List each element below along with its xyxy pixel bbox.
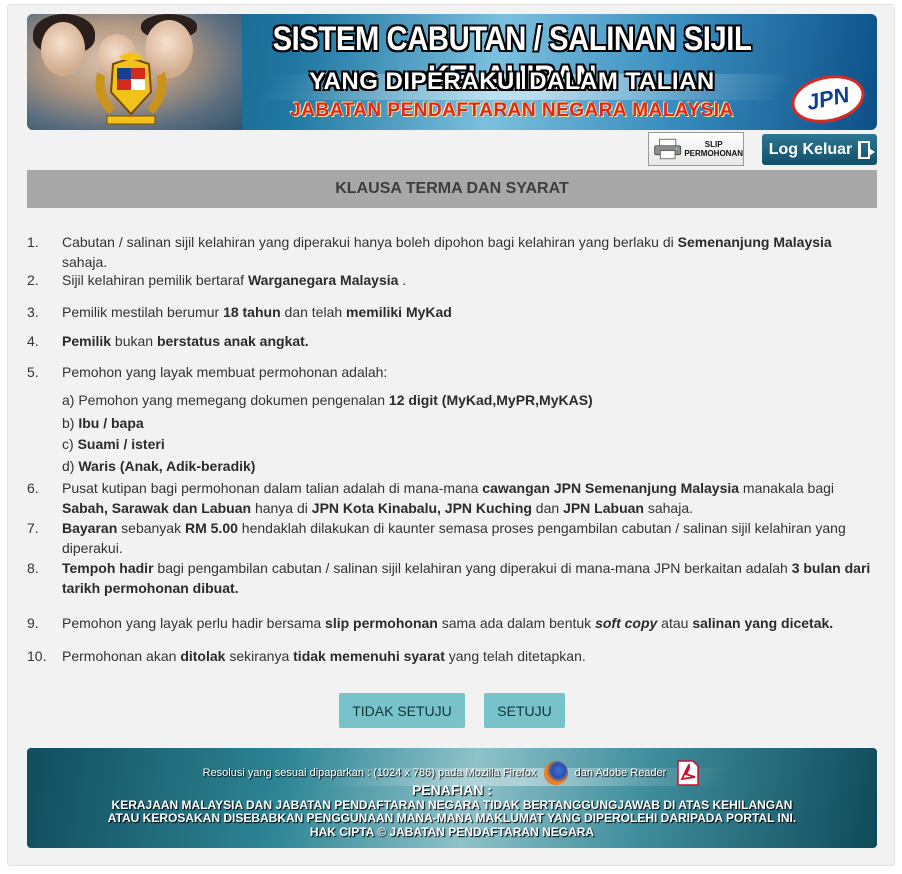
clause-text: Pemohon yang layak perlu hadir bersama s… bbox=[62, 615, 834, 631]
clause-number: 8. bbox=[27, 560, 39, 576]
clause-number: 3. bbox=[27, 304, 39, 320]
disclaimer-line-1: KERAJAAN MALAYSIA DAN JABATAN PENDAFTARA… bbox=[111, 798, 793, 812]
clause-text: Cabutan / salinan sijil kelahiran yang d… bbox=[62, 234, 832, 270]
clause-number: 4. bbox=[27, 333, 39, 349]
resolution-text-2: dan Adobe Reader bbox=[574, 767, 667, 779]
clause-text: Permohonan akan ditolak sekiranya tidak … bbox=[62, 648, 586, 664]
clause-number: 2. bbox=[27, 272, 39, 288]
clause-text: Pemilik mestilah berumur 18 tahun dan te… bbox=[62, 304, 452, 320]
resolution-text: Resolusi yang sesuai dipaparkan : (1024 … bbox=[202, 767, 537, 779]
logout-label: Log Keluar bbox=[768, 140, 853, 158]
clause-text: Sijil kelahiran pemilik bertaraf Wargane… bbox=[62, 272, 407, 288]
clause-number: 5. bbox=[27, 364, 39, 380]
clause-text: Pemilik bukan berstatus anak angkat. bbox=[62, 333, 309, 349]
disclaimer-title: PENAFIAN : bbox=[411, 782, 493, 798]
section-title: KLAUSA TERMA DAN SYARAT bbox=[27, 170, 877, 208]
clause-text: Tempoh hadir bagi pengambilan cabutan / … bbox=[62, 560, 871, 596]
disclaimer-line-2: ATAU KEROSAKAN DISEBABKAN PENGGUNAAN MAN… bbox=[107, 811, 797, 825]
slip-permohonan-button[interactable]: SLIP PERMOHONAN bbox=[648, 132, 744, 166]
clause-number: 7. bbox=[27, 520, 39, 536]
clause-text: Pemohon yang layak membuat permohonan ad… bbox=[62, 364, 388, 380]
clause-text: d) Waris (Anak, Adik-beradik) bbox=[62, 458, 256, 474]
logout-button[interactable]: Log Keluar bbox=[762, 134, 877, 165]
disagree-button[interactable]: TIDAK SETUJU bbox=[339, 693, 465, 728]
printer-icon bbox=[654, 138, 682, 160]
clause-number: 1. bbox=[27, 234, 39, 250]
clause-number: 6. bbox=[27, 480, 39, 496]
exit-door-icon bbox=[858, 140, 876, 159]
clause-text: b) Ibu / bapa bbox=[62, 415, 144, 431]
clause-text: c) Suami / isteri bbox=[62, 436, 165, 452]
malaysia-crest-icon bbox=[95, 52, 167, 125]
copyright: HAK CIPTA © JABATAN PENDAFTARAN NEGARA bbox=[309, 825, 595, 839]
clause-text: Bayaran sebanyak RM 5.00 hendaklah dilak… bbox=[62, 520, 846, 556]
clause-text: a) Pemohon yang memegang dokumen pengena… bbox=[62, 392, 593, 408]
slip-label-bottom: PERMOHONAN bbox=[684, 149, 743, 158]
clause-number: 9. bbox=[27, 615, 39, 631]
header-banner: SISTEM CABUTAN / SALINAN SIJIL KELAHIRAN… bbox=[27, 14, 877, 130]
agree-button[interactable]: SETUJU bbox=[484, 693, 565, 728]
footer-banner: Resolusi yang sesuai dipaparkan : (1024 … bbox=[27, 748, 877, 848]
title-line-3: JABATAN PENDAFTARAN NEGARA MALAYSIA bbox=[290, 100, 734, 121]
clause-text: Pusat kutipan bagi permohonan dalam tali… bbox=[62, 480, 834, 516]
title-line-2: YANG DIPERAKUI DALAM TALIAN bbox=[309, 68, 715, 95]
slip-label-top: SLIP bbox=[704, 140, 723, 149]
clause-number: 10. bbox=[27, 648, 47, 664]
